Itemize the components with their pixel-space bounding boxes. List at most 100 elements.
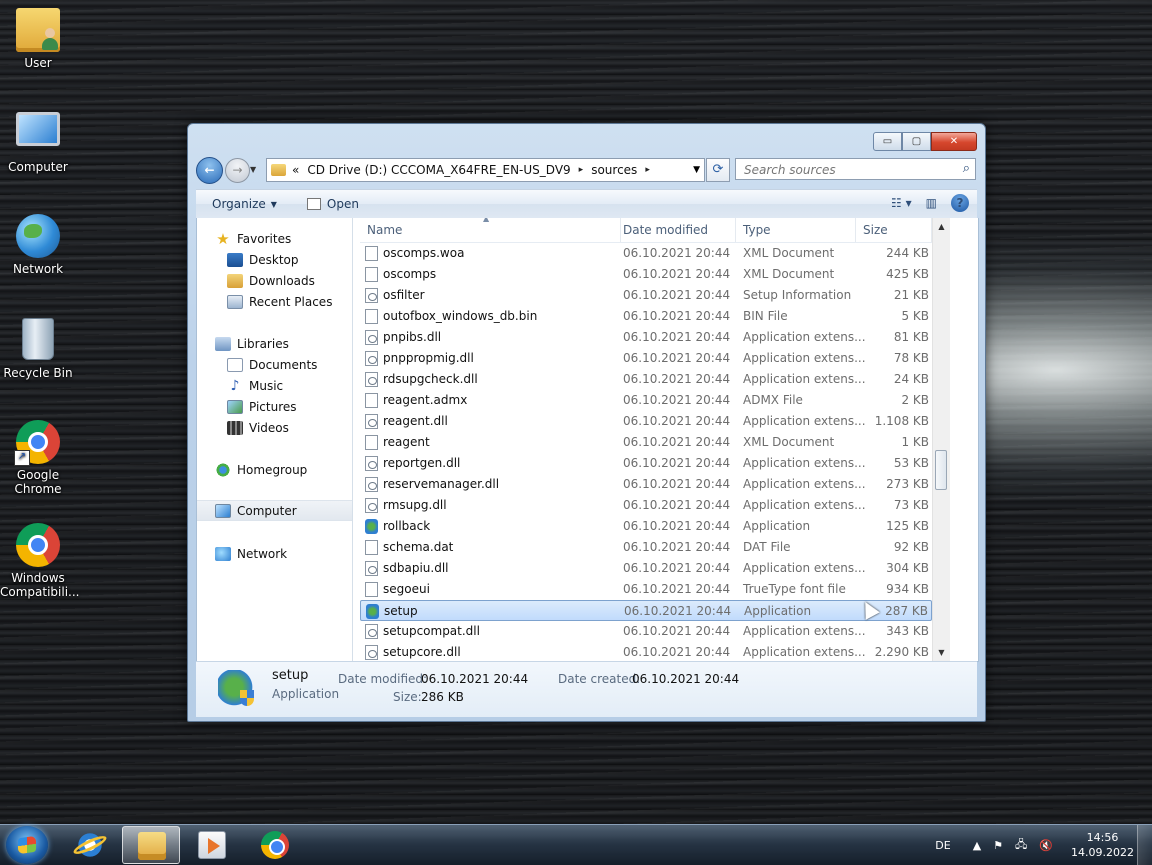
file-row[interactable]: reservemanager.dll 06.10.2021 20:44 Applic… bbox=[360, 474, 932, 495]
nav-network[interactable]: Network bbox=[215, 543, 370, 564]
nav-recent-places[interactable]: Recent Places bbox=[227, 291, 382, 312]
file-row[interactable]: rmsupg.dll 06.10.2021 20:44 Application ex… bbox=[360, 495, 932, 516]
file-row[interactable]: pnpibs.dll 06.10.2021 20:44 Application ex… bbox=[360, 327, 932, 348]
file-icon bbox=[365, 330, 378, 345]
file-row[interactable]: setupcompat.dll 06.10.2021 20:44 Applicati… bbox=[360, 621, 932, 642]
search-box[interactable]: ⌕ bbox=[735, 158, 976, 180]
help-icon[interactable]: ? bbox=[951, 194, 969, 212]
back-button[interactable]: ← bbox=[196, 157, 223, 184]
search-icon[interactable]: ⌕ bbox=[963, 161, 970, 176]
file-row[interactable]: pnppropmig.dll 06.10.2021 20:44 Applicatio… bbox=[360, 348, 932, 369]
file-row[interactable]: outofbox_windows_db.bin 06.10.2021 20:44 B… bbox=[360, 306, 932, 327]
nav-label: Libraries bbox=[237, 336, 289, 351]
file-date-modified: 06.10.2021 20:44 bbox=[623, 624, 731, 638]
nav-pictures[interactable]: Pictures bbox=[227, 396, 382, 417]
file-icon bbox=[365, 372, 378, 387]
preview-pane-icon[interactable]: ▥ bbox=[926, 196, 937, 210]
file-row[interactable]: segoeui 06.10.2021 20:44 TrueType font fil… bbox=[360, 579, 932, 600]
file-row[interactable]: reagent 06.10.2021 20:44 XML Document 1 KB bbox=[360, 432, 932, 453]
file-row[interactable]: rdsupgcheck.dll 06.10.2021 20:44 Applicati… bbox=[360, 369, 932, 390]
taskbar-chrome[interactable] bbox=[246, 826, 304, 864]
refresh-button[interactable]: ⟳ bbox=[706, 158, 730, 182]
minimize-button[interactable]: ▭ bbox=[873, 132, 902, 151]
file-row[interactable]: setupcore.dll 06.10.2021 20:44 Application… bbox=[360, 642, 932, 661]
file-size: 343 KB bbox=[886, 624, 929, 638]
file-row[interactable]: osfilter 06.10.2021 20:44 Setup Informatio… bbox=[360, 285, 932, 306]
column-date-modified[interactable]: Date modified bbox=[616, 218, 736, 242]
organize-button[interactable]: Organize ▼ bbox=[212, 197, 277, 211]
show-desktop-button[interactable] bbox=[1137, 825, 1152, 865]
breadcrumb-sources[interactable]: sources bbox=[591, 163, 637, 177]
nav-documents[interactable]: Documents bbox=[227, 354, 382, 375]
address-dropdown-icon[interactable]: ▼ bbox=[693, 159, 700, 181]
file-row[interactable]: reagent.admx 06.10.2021 20:44 ADMX File 2 K… bbox=[360, 390, 932, 411]
file-size: 81 KB bbox=[893, 330, 929, 344]
language-indicator[interactable]: DE bbox=[935, 839, 950, 852]
desktop-icon-user[interactable]: User bbox=[0, 8, 76, 70]
nav-desktop[interactable]: Desktop bbox=[227, 249, 382, 270]
desktop-icon-network[interactable]: Network bbox=[0, 214, 76, 276]
file-type: XML Document bbox=[743, 267, 835, 281]
file-row[interactable]: sdbapiu.dll 06.10.2021 20:44 Application e… bbox=[360, 558, 932, 579]
file-row[interactable]: oscomps 06.10.2021 20:44 XML Document 425 K… bbox=[360, 264, 932, 285]
open-button[interactable]: Open bbox=[306, 197, 359, 211]
file-name: osfilter bbox=[383, 288, 425, 302]
file-row[interactable]: reportgen.dll 06.10.2021 20:44 Application… bbox=[360, 453, 932, 474]
breadcrumb-separator[interactable]: ▸ bbox=[645, 165, 650, 175]
breadcrumb-cd-drive[interactable]: CD Drive (D:) CCCOMA_X64FRE_EN-US_DV9 bbox=[307, 163, 570, 177]
network-status-icon[interactable]: 🖧 bbox=[1015, 836, 1027, 855]
file-row[interactable]: schema.dat 06.10.2021 20:44 DAT File 92 KB bbox=[360, 537, 932, 558]
libraries-icon bbox=[215, 336, 231, 351]
file-row[interactable]: oscomps.woa 06.10.2021 20:44 XML Document 2… bbox=[360, 243, 932, 264]
file-name: pnpibs.dll bbox=[383, 330, 442, 344]
details-date-created-value: 06.10.2021 20:44 bbox=[632, 672, 740, 686]
column-type[interactable]: Type bbox=[736, 218, 856, 242]
close-button[interactable]: ✕ bbox=[931, 132, 977, 151]
nav-videos[interactable]: Videos bbox=[227, 417, 382, 438]
address-overflow-chevron[interactable]: « bbox=[292, 163, 299, 177]
taskbar-windows-explorer[interactable] bbox=[122, 826, 180, 864]
file-size: 287 KB bbox=[885, 604, 928, 618]
command-bar: Organize ▼ Open ☷ ▾ ▥ ? bbox=[196, 189, 977, 219]
scroll-up-icon[interactable]: ▲ bbox=[933, 218, 950, 235]
nav-downloads[interactable]: Downloads bbox=[227, 270, 382, 291]
file-name: outofbox_windows_db.bin bbox=[383, 309, 538, 323]
file-name: sdbapiu.dll bbox=[383, 561, 449, 575]
maximize-button[interactable]: ▢ bbox=[902, 132, 931, 151]
recent-pages-dropdown[interactable]: ▼ bbox=[250, 161, 260, 179]
file-icon bbox=[365, 498, 378, 513]
nav-favorites[interactable]: ★ Favorites bbox=[215, 228, 370, 249]
volume-muted-icon[interactable]: 🔇 bbox=[1039, 839, 1053, 852]
desktop-icon-windows-compatibility[interactable]: Windows Compatibili... bbox=[0, 523, 79, 599]
taskbar-internet-explorer[interactable] bbox=[61, 826, 119, 864]
column-name[interactable]: Name bbox=[360, 218, 621, 242]
desktop-icon-recycle-bin[interactable]: Recycle Bin bbox=[0, 318, 76, 380]
action-center-flag-icon[interactable]: ⚑ bbox=[993, 839, 1003, 852]
nav-computer[interactable]: Computer bbox=[197, 500, 352, 521]
breadcrumb-separator[interactable]: ▸ bbox=[579, 165, 584, 175]
file-size: 244 KB bbox=[886, 246, 929, 260]
nav-homegroup[interactable]: Homegroup bbox=[215, 459, 370, 480]
file-row[interactable]: rollback 06.10.2021 20:44 Application 125 K… bbox=[360, 516, 932, 537]
forward-button[interactable]: → bbox=[225, 158, 250, 183]
vertical-scrollbar[interactable]: ▲ ▼ bbox=[932, 218, 950, 661]
scroll-down-icon[interactable]: ▼ bbox=[933, 644, 950, 661]
search-input[interactable] bbox=[742, 160, 956, 180]
column-size[interactable]: Size bbox=[856, 218, 932, 242]
address-bar[interactable]: « CD Drive (D:) CCCOMA_X64FRE_EN-US_DV9 … bbox=[266, 158, 705, 182]
taskbar-media-player[interactable] bbox=[183, 826, 241, 864]
start-button[interactable] bbox=[6, 826, 48, 864]
nav-music[interactable]: ♪ Music bbox=[227, 375, 382, 396]
file-type: Application extens... bbox=[743, 330, 866, 344]
file-name: reservemanager.dll bbox=[383, 477, 500, 491]
desktop-icon-google-chrome[interactable]: ↗ Google Chrome bbox=[0, 420, 76, 496]
show-hidden-icons-icon[interactable]: ▲ bbox=[973, 839, 981, 852]
clock[interactable]: 14:56 14.09.2022 bbox=[1071, 830, 1134, 860]
file-row[interactable]: setup 06.10.2021 20:44 Application 287 KB bbox=[360, 600, 932, 621]
scrollbar-thumb[interactable] bbox=[935, 450, 947, 490]
file-row[interactable]: reagent.dll 06.10.2021 20:44 Application e… bbox=[360, 411, 932, 432]
nav-libraries[interactable]: Libraries bbox=[215, 333, 370, 354]
file-size: 78 KB bbox=[893, 351, 929, 365]
change-view-icon[interactable]: ☷ ▾ bbox=[891, 196, 912, 210]
desktop-icon-computer[interactable]: Computer bbox=[0, 112, 76, 174]
